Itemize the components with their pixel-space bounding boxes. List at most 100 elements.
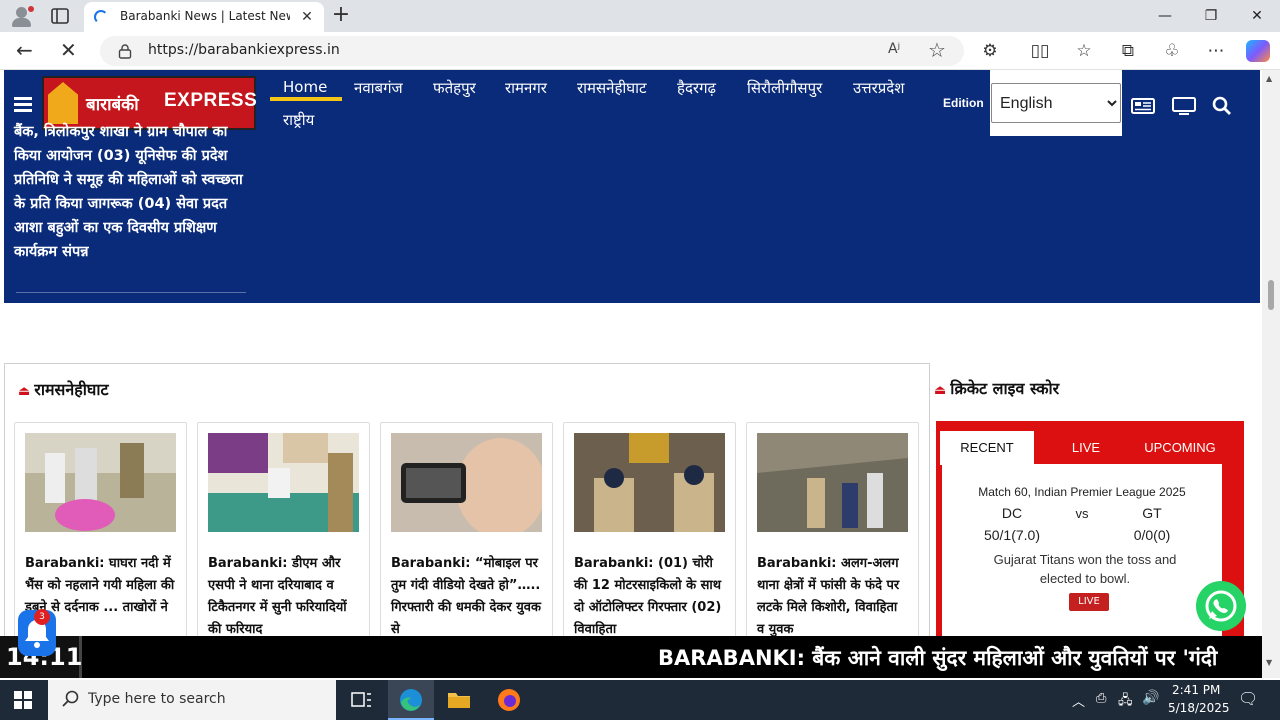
browser-tab[interactable]: Barabanki News | Latest News | L ✕ xyxy=(84,2,324,32)
search-icon[interactable] xyxy=(1212,96,1232,116)
newspaper-icon[interactable] xyxy=(1131,97,1155,115)
copilot-icon[interactable] xyxy=(1246,40,1270,62)
tab-live[interactable]: LIVE xyxy=(1046,431,1126,465)
minimize-button[interactable]: — xyxy=(1142,4,1188,28)
tab-actions-icon[interactable] xyxy=(50,6,70,26)
hamburger-menu-icon[interactable] xyxy=(14,97,32,113)
logo-text-english: EXPRESS xyxy=(164,90,258,111)
match-title: Match 60, Indian Premier League 2025 xyxy=(978,485,1186,499)
match-status: Gujarat Titans won the toss and elected … xyxy=(993,552,1177,586)
nav-haidergarh[interactable]: हैदरगढ़ xyxy=(677,78,716,98)
news-card[interactable]: Barabanki: अलग-अलग थाना क्षेत्रों में फा… xyxy=(746,422,919,662)
news-card[interactable]: Barabanki: डीएम और एसपी ने थाना दरियाबाद… xyxy=(197,422,370,662)
eject-icon: ⏏ xyxy=(18,384,31,399)
browser-tab-bar: Barabanki News | Latest News | L ✕ + — ❐… xyxy=(0,0,1280,32)
news-card[interactable]: Barabanki: (01) चोरी की 12 मोटरसाइकिलो क… xyxy=(563,422,736,662)
read-aloud-icon[interactable]: Aʲ xyxy=(888,41,900,57)
whatsapp-icon[interactable] xyxy=(1196,581,1246,631)
favorites-icon[interactable]: ☆ xyxy=(1072,40,1096,62)
clock-time[interactable]: 2:41 PM xyxy=(1172,683,1220,697)
network-icon[interactable]: 🖧 xyxy=(1118,691,1133,713)
collections-icon[interactable]: ⧉ xyxy=(1116,40,1140,62)
nav-siraulighauspur[interactable]: सिरौलीगौसपुर xyxy=(747,78,822,98)
lock-icon[interactable] xyxy=(118,43,132,59)
news-card[interactable]: Barabanki: “मोबाइल पर तुम गंदी वीडियो दे… xyxy=(380,422,553,662)
file-explorer-icon[interactable] xyxy=(436,680,482,720)
live-badge[interactable]: LIVE xyxy=(1069,593,1109,611)
news-card-title[interactable]: Barabanki: (01) चोरी की 12 मोटरसाइकिलो क… xyxy=(574,553,726,641)
clock-date[interactable]: 5/18/2025 xyxy=(1168,701,1230,715)
address-toolbar: ← ✕ https://barabankiexpress.in Aʲ ☆ ⚙ ▯… xyxy=(0,32,1280,70)
nav-ramsanehighat[interactable]: रामसनेहीघाट xyxy=(577,78,647,98)
section-heading: ⏏ रामसनेहीघाट xyxy=(18,378,109,400)
new-tab-button[interactable]: + xyxy=(330,4,352,27)
scroll-up-arrow-icon[interactable]: ▲ xyxy=(1266,74,1272,83)
favorite-star-icon[interactable]: ☆ xyxy=(928,38,946,62)
nav-rashtriya[interactable]: राष्ट्रीय xyxy=(283,110,314,130)
split-screen-icon[interactable]: ▯▯ xyxy=(1028,40,1052,62)
taskbar-search-box[interactable]: Type here to search xyxy=(48,680,336,720)
edition-label: Edition xyxy=(943,96,984,110)
scrollbar-thumb[interactable] xyxy=(1268,280,1274,310)
nav-ramnagar[interactable]: रामनगर xyxy=(505,78,547,98)
profile-icon[interactable] xyxy=(8,4,36,28)
cricket-heading: ⏏ क्रिकेट लाइव स्कोर xyxy=(934,377,1059,399)
restore-button[interactable]: ❐ xyxy=(1188,4,1234,28)
news-thumbnail-image[interactable] xyxy=(25,433,176,532)
news-card-title[interactable]: Barabanki: डीएम और एसपी ने थाना दरियाबाद… xyxy=(208,553,360,641)
task-view-icon[interactable] xyxy=(338,680,384,720)
tv-icon[interactable] xyxy=(1172,97,1196,115)
url-bar[interactable]: https://barabankiexpress.in Aʲ ☆ xyxy=(100,36,964,66)
cricket-title[interactable]: क्रिकेट लाइव स्कोर xyxy=(950,379,1059,398)
news-thumbnail-image[interactable] xyxy=(391,433,542,532)
volume-icon[interactable]: 🔊 xyxy=(1142,690,1159,706)
url-text[interactable]: https://barabankiexpress.in xyxy=(148,42,340,58)
tab-upcoming[interactable]: UPCOMING xyxy=(1132,431,1228,465)
performance-icon[interactable]: ♧ xyxy=(1160,40,1184,62)
tab-recent[interactable]: RECENT xyxy=(940,431,1034,465)
notification-count-badge: 3 xyxy=(34,609,50,625)
news-card-title[interactable]: Barabanki: अलग-अलग थाना क्षेत्रों में फा… xyxy=(757,553,909,641)
scroll-down-arrow-icon[interactable]: ▼ xyxy=(1266,658,1272,667)
windows-start-icon[interactable] xyxy=(14,691,32,709)
nav-fatehpur[interactable]: फतेहपुर xyxy=(433,78,476,98)
device-icon[interactable]: ⎙ xyxy=(1096,691,1106,706)
news-thumbnail-image[interactable] xyxy=(757,433,908,532)
tab-close-icon[interactable]: ✕ xyxy=(298,8,316,26)
loading-spinner-icon xyxy=(94,10,108,24)
nav-nawabganj[interactable]: नवाबगंज xyxy=(354,78,403,98)
firefox-icon[interactable] xyxy=(486,680,532,720)
stop-loading-button[interactable]: ✕ xyxy=(60,40,82,62)
show-hidden-icons-icon[interactable]: ︿ xyxy=(1072,691,1085,710)
windows-taskbar: Type here to search ︿ ⎙ 🖧 🔊 2:41 PM 5/18… xyxy=(0,680,1280,720)
section-title[interactable]: रामसनेहीघाट xyxy=(34,380,108,399)
more-menu-icon[interactable]: ⋯ xyxy=(1204,40,1228,62)
logo-text-hindi: बाराबंकी xyxy=(86,95,139,115)
breaking-news-bar: 14:11 BARABANKI: बैंक आने वाली सुंदर महि… xyxy=(0,636,1262,678)
back-button[interactable]: ← xyxy=(16,40,40,62)
notification-center-icon[interactable]: 🗨 xyxy=(1238,689,1258,708)
page-viewport: बाराबंकी EXPRESS Home नवाबगंज फतेहपुर रा… xyxy=(0,70,1262,678)
search-placeholder: Type here to search xyxy=(88,691,226,707)
news-card-title[interactable]: Barabanki: “मोबाइल पर तुम गंदी वीडियो दे… xyxy=(391,553,543,641)
news-thumbnail-image[interactable] xyxy=(574,433,725,532)
nav-active-indicator xyxy=(270,97,342,101)
nav-home[interactable]: Home xyxy=(283,78,327,96)
divider xyxy=(16,292,246,293)
close-window-button[interactable]: ✕ xyxy=(1234,4,1280,28)
team2-name: GT xyxy=(1142,505,1162,521)
site-header: बाराबंकी EXPRESS Home नवाबगंज फतेहपुर रा… xyxy=(4,70,1260,303)
header-news-ticker[interactable]: बैंक, त्रिलोकपुर शाखा ने ग्राम चौपाल का … xyxy=(14,120,246,264)
news-thumbnail-image[interactable] xyxy=(208,433,359,532)
breaking-headline[interactable]: BARABANKI: बैंक आने वाली सुंदर महिलाओं औ… xyxy=(658,644,1217,672)
edition-select[interactable]: English xyxy=(991,83,1121,123)
page-scrollbar[interactable]: ▲ ▼ xyxy=(1262,70,1280,678)
vs-label: vs xyxy=(1075,506,1089,521)
search-icon xyxy=(62,690,79,707)
tab-title: Barabanki News | Latest News | L xyxy=(120,9,290,23)
extensions-icon[interactable]: ⚙ xyxy=(978,40,1002,62)
nav-uttarpradesh[interactable]: उत्तरप्रदेश xyxy=(853,78,904,98)
eject-icon: ⏏ xyxy=(934,383,947,398)
team2-score: 0/0(0) xyxy=(1133,527,1171,543)
edge-browser-icon[interactable] xyxy=(388,680,434,720)
